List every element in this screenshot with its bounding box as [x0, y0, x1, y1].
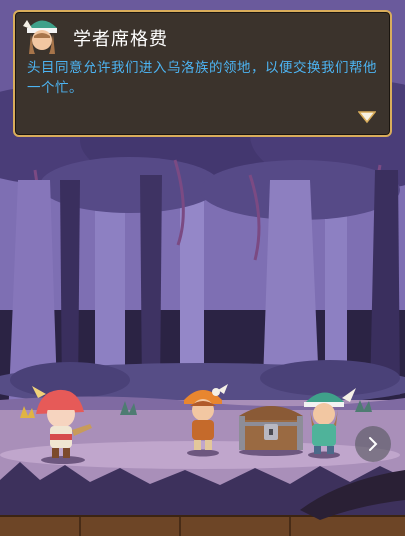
dialog-text: 头目同意允许我们进入乌洛族的领地，以便交换我们帮他一个忙。 [27, 60, 377, 96]
speaker-avatar-icon [21, 14, 63, 56]
warrior-girl-character [32, 386, 92, 464]
chevron-right-icon [369, 437, 378, 451]
scholar-character [304, 388, 356, 459]
advance-triangle-icon[interactable] [357, 109, 377, 124]
turban-boy-character [184, 384, 228, 457]
next-button[interactable] [355, 426, 391, 462]
treasure-chest [239, 406, 303, 456]
speaker-name: 学者席格费 [73, 29, 168, 50]
dialog-box[interactable]: 学者席格费 头目同意允许我们进入乌洛族的领地，以便交换我们帮他一个忙。 [13, 10, 392, 137]
